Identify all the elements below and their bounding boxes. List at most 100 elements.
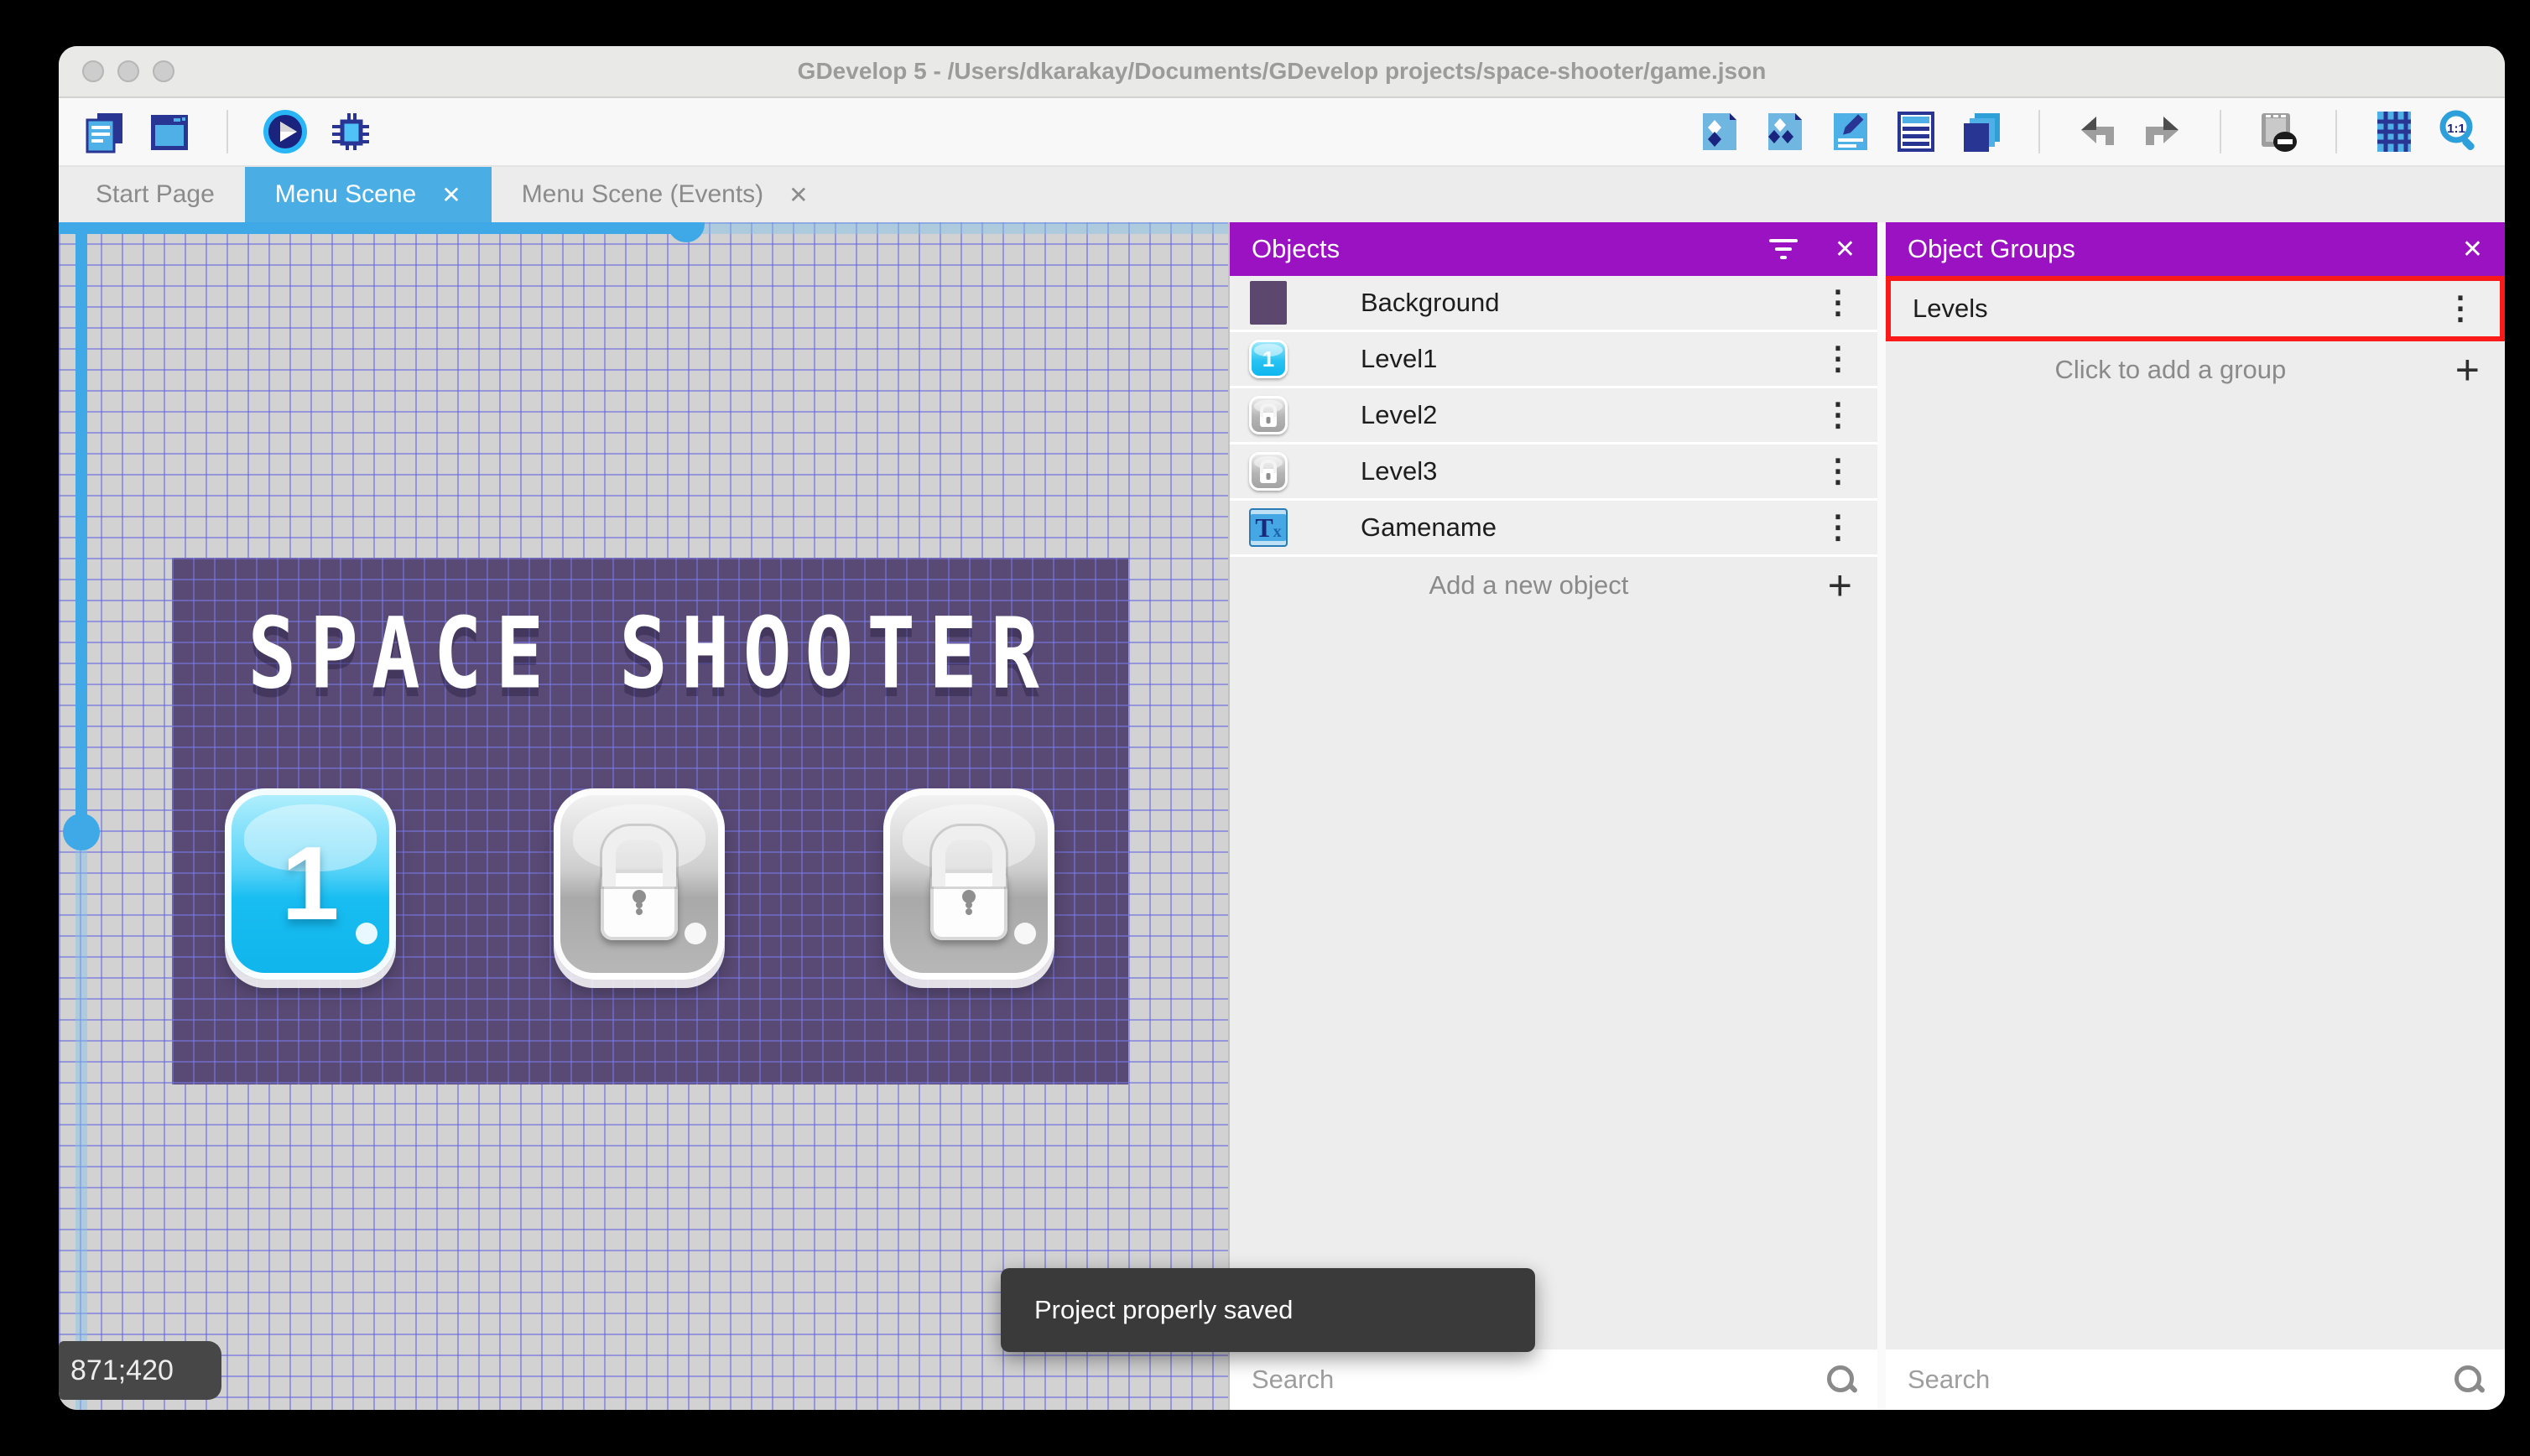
toolbar-separator: [2038, 110, 2040, 153]
minimize-window-button[interactable]: [117, 60, 139, 82]
kebab-menu-icon[interactable]: ⋮: [1799, 287, 1877, 319]
group-row-levels[interactable]: Levels ⋮: [1891, 281, 2500, 336]
close-window-button[interactable]: [82, 60, 104, 82]
objects-editor-icon[interactable]: [1696, 108, 1743, 155]
toolbar-left-group: [81, 108, 374, 155]
tab-menu-scene[interactable]: Menu Scene ✕: [244, 167, 492, 222]
level1-button-object[interactable]: 1: [225, 788, 396, 980]
tab-label: Menu Scene (Events): [521, 180, 764, 208]
grid-icon[interactable]: [2371, 108, 2418, 155]
object-name: Level2: [1361, 400, 1438, 429]
add-new-object-row[interactable]: Add a new object +: [1230, 557, 1877, 613]
plus-icon[interactable]: +: [1828, 564, 1877, 606]
vertical-scroll-fill: [75, 222, 87, 835]
screen-background: GDevelop 5 - /Users/dkarakay/Documents/G…: [0, 0, 2530, 1456]
level1-thumbnail-icon: 1: [1248, 339, 1288, 379]
object-groups-panel-title: Object Groups: [1908, 234, 2075, 263]
background-object[interactable]: SPACE SHOOTER 1: [172, 558, 1128, 1084]
close-icon[interactable]: ✕: [1835, 235, 1856, 264]
object-name: Level3: [1361, 456, 1438, 486]
instances-list-icon[interactable]: [1892, 108, 1939, 155]
annotation-red-box: Levels ⋮: [1886, 276, 2505, 341]
objects-panel-empty-area: [1230, 613, 1877, 1349]
toolbar-right-group: 1:1: [1696, 108, 2483, 155]
kebab-menu-icon[interactable]: ⋮: [2421, 293, 2500, 325]
tab-close-icon[interactable]: ✕: [441, 181, 461, 209]
toolbar-separator: [2335, 110, 2337, 153]
toast-message: Project properly saved: [1034, 1295, 1294, 1324]
object-row-level1[interactable]: 1 Level1 ⋮: [1230, 332, 1877, 388]
objects-panel-title: Objects: [1252, 234, 1340, 263]
object-row-background[interactable]: Background ⋮: [1230, 276, 1877, 332]
add-group-row[interactable]: Click to add a group +: [1886, 341, 2505, 398]
groups-search-bar: [1886, 1349, 2505, 1410]
window-mask-icon[interactable]: [2255, 108, 2302, 155]
object-row-level3[interactable]: Level3 ⋮: [1230, 445, 1877, 501]
object-row-level2[interactable]: Level2 ⋮: [1230, 388, 1877, 445]
main-toolbar: 1:1: [59, 98, 2505, 167]
toolbar-separator: [2220, 110, 2221, 153]
zoom-1-1-icon[interactable]: 1:1: [2436, 108, 2483, 155]
kebab-menu-icon[interactable]: ⋮: [1799, 399, 1877, 431]
horizontal-scroll-fill: [59, 222, 686, 234]
cursor-coordinates-badge: 871;420: [59, 1341, 221, 1400]
close-icon[interactable]: ✕: [2462, 235, 2483, 264]
tab-label: Menu Scene: [274, 180, 417, 208]
background-swatch-icon: [1248, 281, 1288, 325]
window-title: GDevelop 5 - /Users/dkarakay/Documents/G…: [797, 58, 1767, 84]
object-name: Background: [1361, 288, 1500, 317]
padlock-icon: [930, 870, 1007, 940]
object-groups-empty-area: [1886, 398, 2505, 1349]
maximize-window-button[interactable]: [153, 60, 174, 82]
object-name: Level1: [1361, 344, 1438, 373]
traffic-lights: [82, 60, 174, 82]
objects-panel: Objects ✕ Background ⋮ 1 Level1 ⋮ Level2…: [1230, 222, 1877, 1410]
level3-button-object[interactable]: [883, 788, 1054, 980]
plus-icon[interactable]: +: [2455, 349, 2505, 391]
object-groups-panel-header: Object Groups ✕: [1886, 222, 2505, 276]
tab-close-icon[interactable]: ✕: [789, 181, 808, 209]
horizontal-scroll-knob[interactable]: [668, 222, 705, 242]
search-icon[interactable]: [1827, 1365, 1856, 1394]
kebab-menu-icon[interactable]: ⋮: [1799, 343, 1877, 375]
svg-text:1:1: 1:1: [2447, 122, 2465, 136]
object-groups-panel: Object Groups ✕ Levels ⋮ Click to add a …: [1886, 222, 2505, 1410]
add-new-object-label: Add a new object: [1429, 569, 1629, 600]
editor-content: SPACE SHOOTER 1 871;420 Objects ✕ Backgr…: [59, 222, 2505, 1410]
properties-icon[interactable]: [1827, 108, 1874, 155]
level1-number: 1: [281, 826, 340, 942]
scene-title-text[interactable]: SPACE SHOOTER: [172, 596, 1128, 711]
debug-icon[interactable]: [327, 108, 374, 155]
text-object-icon: Tx: [1248, 507, 1288, 548]
locked-thumbnail-icon: [1248, 395, 1288, 435]
group-name: Levels: [1913, 294, 1988, 323]
toolbar-separator: [226, 110, 228, 153]
gdevelop-window: GDevelop 5 - /Users/dkarakay/Documents/G…: [59, 46, 2505, 1410]
window-titlebar: GDevelop 5 - /Users/dkarakay/Documents/G…: [59, 46, 2505, 98]
editor-tabbar: Start Page Menu Scene ✕ Menu Scene (Even…: [59, 167, 2505, 222]
object-row-gamename[interactable]: Tx Gamename ⋮: [1230, 501, 1877, 557]
tab-start-page[interactable]: Start Page: [65, 167, 245, 222]
groups-search-input[interactable]: [1908, 1365, 2455, 1395]
object-groups-editor-icon[interactable]: [1762, 108, 1809, 155]
kebab-menu-icon[interactable]: ⋮: [1799, 512, 1877, 543]
redo-icon[interactable]: [2139, 108, 2186, 155]
object-name: Gamename: [1361, 512, 1497, 542]
scene-canvas[interactable]: SPACE SHOOTER 1 871;420: [59, 222, 1230, 1410]
objects-panel-header: Objects ✕: [1230, 222, 1877, 276]
undo-icon[interactable]: [2074, 108, 2121, 155]
padlock-icon: [601, 870, 678, 940]
kebab-menu-icon[interactable]: ⋮: [1799, 455, 1877, 487]
layers-icon[interactable]: [1958, 108, 2005, 155]
save-toast: Project properly saved: [1001, 1268, 1535, 1352]
filter-icon[interactable]: [1768, 239, 1798, 259]
play-preview-icon[interactable]: [262, 108, 309, 155]
objects-search-input[interactable]: [1252, 1365, 1827, 1395]
tab-menu-scene-events[interactable]: Menu Scene (Events) ✕: [492, 167, 839, 222]
panel-divider[interactable]: [1877, 222, 1886, 1410]
search-icon[interactable]: [2455, 1365, 2483, 1394]
level2-button-object[interactable]: [554, 788, 725, 980]
scene-properties-icon[interactable]: [146, 108, 193, 155]
project-manager-icon[interactable]: [81, 108, 128, 155]
vertical-scroll-knob[interactable]: [63, 814, 100, 850]
